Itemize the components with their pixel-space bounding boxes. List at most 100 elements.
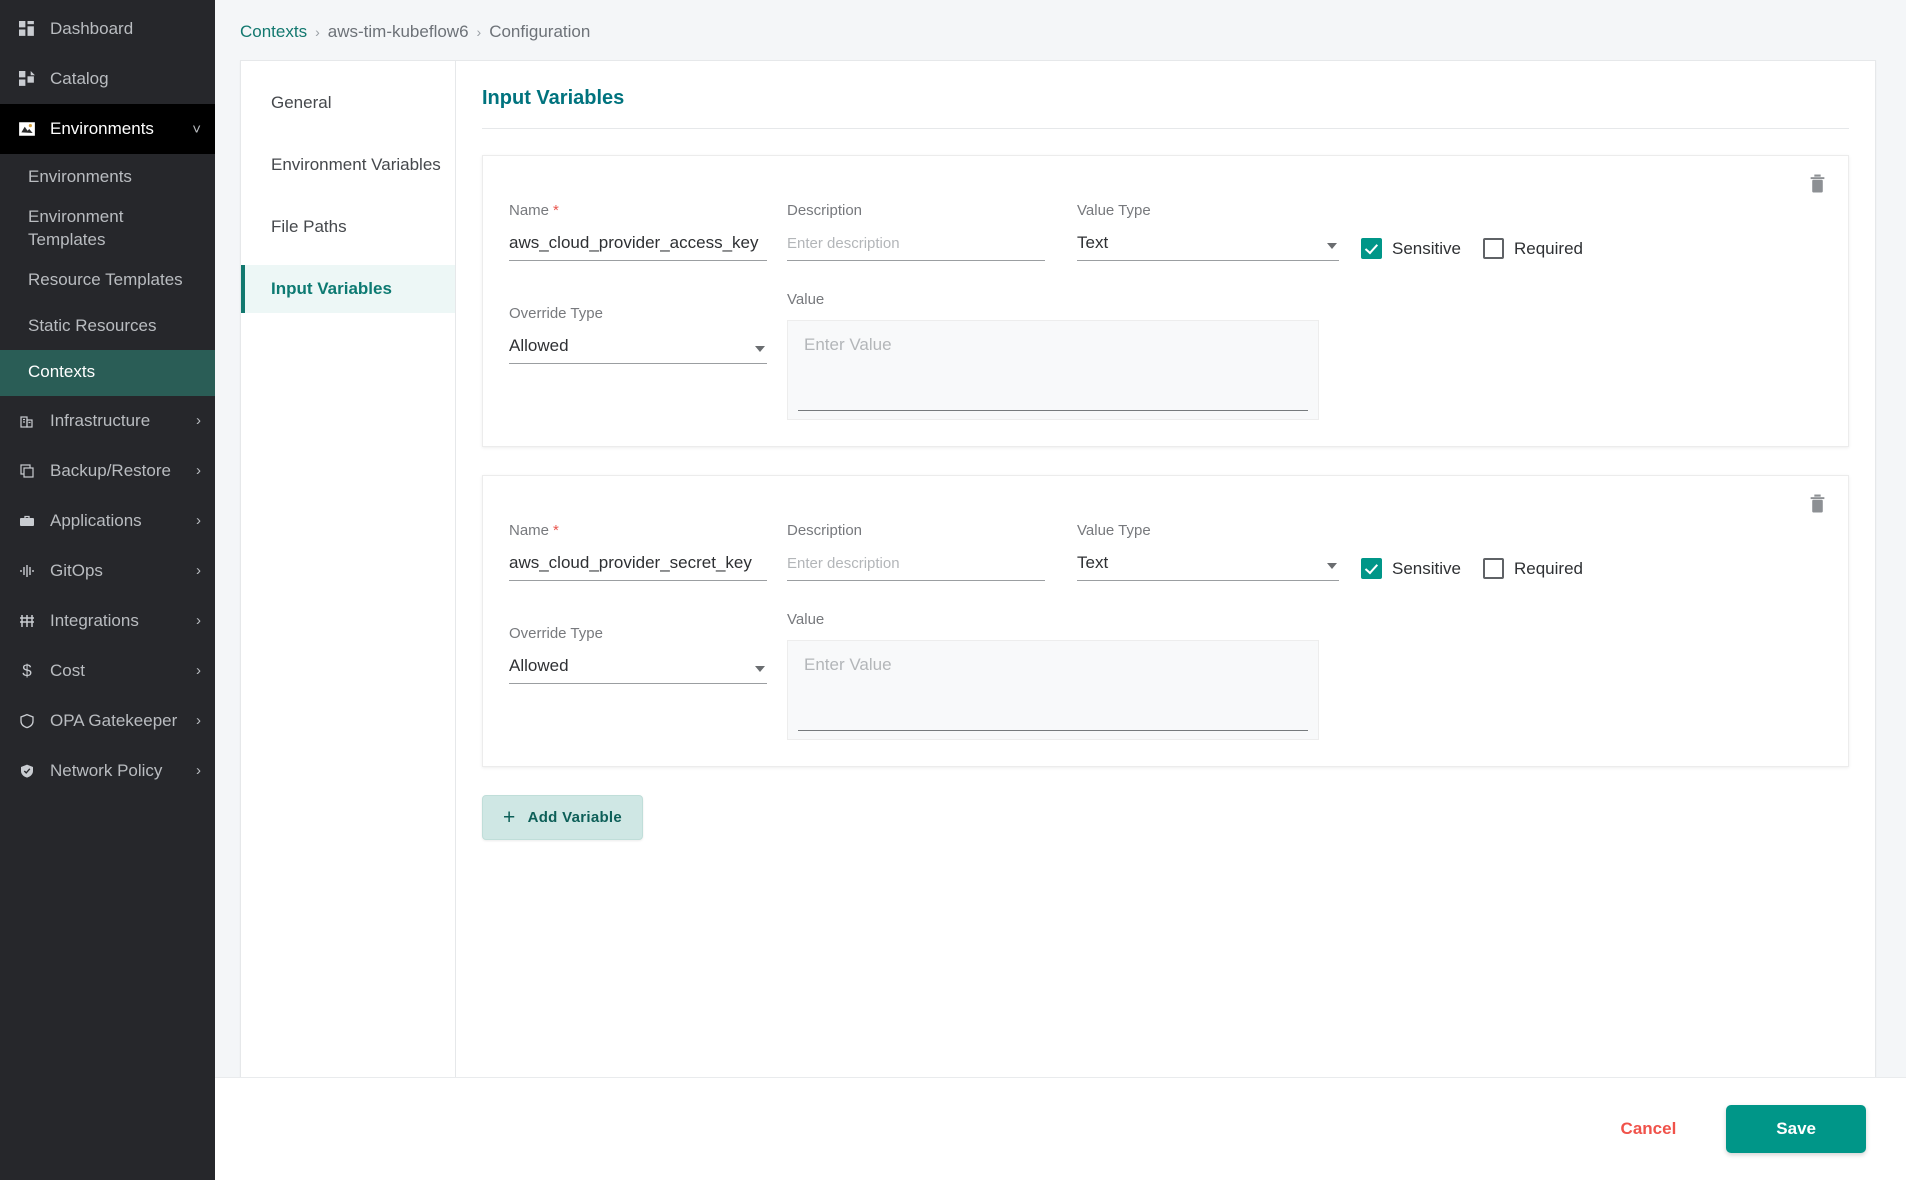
value-type-select[interactable] [1077, 551, 1339, 581]
sidebar-item-label: OPA Gatekeeper [50, 710, 178, 730]
description-label: Description [787, 202, 863, 219]
sidebar-item-catalog[interactable]: Catalog [0, 54, 215, 104]
sensitive-checkbox[interactable] [1361, 238, 1382, 259]
breadcrumb-context-name[interactable]: aws-tim-kubeflow6 [328, 22, 469, 42]
sidebar-item-cost[interactable]: $ Cost › [0, 646, 215, 696]
override-type-select[interactable] [509, 654, 767, 684]
sidebar-item-label: Catalog [50, 69, 109, 88]
briefcase-icon [14, 511, 40, 531]
shield-check-icon [14, 761, 40, 781]
chevron-right-icon: › [196, 512, 201, 530]
value-type-value[interactable] [1077, 231, 1339, 261]
sidebar-item-applications[interactable]: Applications › [0, 496, 215, 546]
required-checkbox[interactable] [1482, 558, 1504, 579]
variable-card: Name* Description Value Type [482, 155, 1849, 447]
chevron-right-icon: › [196, 412, 201, 430]
variable-row-primary: Name* Description Value Type [509, 178, 1822, 261]
sidebar-subitem-static-resources[interactable]: Static Resources [0, 304, 215, 350]
override-type-field-group: Override Type [509, 291, 767, 420]
sidebar-subitem-environments[interactable]: Environments [0, 154, 215, 200]
sidebar-item-infrastructure[interactable]: Infrastructure › [0, 396, 215, 446]
sidebar-subitem-label: Environments [28, 166, 132, 186]
page-title: Input Variables [482, 87, 625, 109]
value-textarea[interactable]: Enter Value [787, 640, 1319, 740]
description-field-group: Description [787, 522, 1045, 581]
chevron-right-icon: › [196, 662, 201, 680]
sidebar-item-label: GitOps [50, 560, 103, 580]
override-type-field-group: Override Type [509, 611, 767, 740]
breadcrumb-separator-icon: › [315, 24, 320, 40]
value-type-value[interactable] [1077, 551, 1339, 581]
sidebar-item-network-policy[interactable]: Network Policy › [0, 746, 215, 796]
variable-row-secondary: Override Type Value Enter Value [509, 261, 1822, 420]
variable-flags: Sensitive Required [1339, 558, 1597, 581]
sensitive-checkbox[interactable] [1361, 558, 1382, 579]
sidebar-item-backup-restore[interactable]: Backup/Restore › [0, 446, 215, 496]
name-input[interactable] [509, 231, 767, 261]
name-label-text: Name [509, 202, 550, 219]
configuration-panel: General Environment Variables File Paths… [240, 60, 1876, 1113]
value-field-group: Value Enter Value [787, 611, 1319, 740]
sensitive-checkbox-group[interactable]: Sensitive [1361, 558, 1461, 579]
sidebar-item-gitops[interactable]: GitOps › [0, 546, 215, 596]
main-area: Contexts › aws-tim-kubeflow6 › Configura… [215, 0, 1906, 1180]
name-input[interactable] [509, 551, 767, 581]
sidebar-item-label: Applications [50, 510, 142, 530]
app-root: Dashboard Catalog Environments ˅ Environ… [0, 0, 1906, 1180]
cancel-button[interactable]: Cancel [1603, 1109, 1695, 1149]
delete-variable-button[interactable] [1804, 490, 1830, 516]
sidebar-item-environments[interactable]: Environments ˅ [0, 104, 215, 154]
sidebar-subitem-resource-templates[interactable]: Resource Templates [0, 258, 215, 304]
value-type-field-group: Value Type [1077, 522, 1339, 581]
override-type-value[interactable] [509, 654, 767, 684]
plus-icon: + [503, 806, 516, 829]
tab-label: Input Variables [271, 279, 392, 298]
sidebar-item-label: Integrations [50, 610, 139, 630]
sensitive-checkbox-group[interactable]: Sensitive [1361, 238, 1461, 259]
value-type-field-group: Value Type [1077, 202, 1339, 261]
description-input[interactable] [787, 231, 1045, 261]
sidebar-item-opa-gatekeeper[interactable]: OPA Gatekeeper › [0, 696, 215, 746]
description-field-group: Description [787, 202, 1045, 261]
required-checkbox-group[interactable]: Required [1482, 238, 1583, 259]
name-label: Name * [509, 202, 767, 219]
tab-file-paths[interactable]: File Paths [241, 203, 455, 251]
name-field-group: Name * [509, 202, 767, 261]
delete-variable-button[interactable] [1804, 170, 1830, 196]
value-type-select[interactable] [1077, 231, 1339, 261]
add-variable-button[interactable]: + Add Variable [482, 795, 644, 840]
settings-tab-list: General Environment Variables File Paths… [241, 61, 456, 1112]
sidebar-item-label: Environments [50, 119, 154, 138]
variable-row-secondary: Override Type Value Enter Value [509, 581, 1822, 740]
sidebar-item-dashboard[interactable]: Dashboard [0, 4, 215, 54]
trash-icon [1810, 174, 1824, 192]
input-variables-content: Input Variables Name * aws_cloud_provide… [456, 61, 1875, 1112]
description-input[interactable] [787, 551, 1045, 581]
value-textarea[interactable]: Enter Value [787, 320, 1319, 420]
shield-icon [14, 711, 40, 731]
required-checkbox[interactable] [1482, 238, 1504, 259]
description-label: Description [787, 522, 863, 539]
sidebar: Dashboard Catalog Environments ˅ Environ… [0, 0, 215, 1180]
breadcrumb-current: Configuration [489, 22, 591, 41]
override-type-select[interactable] [509, 334, 767, 364]
tab-environment-variables[interactable]: Environment Variables [241, 141, 455, 189]
tab-input-variables[interactable]: Input Variables [241, 265, 455, 313]
environments-icon [14, 119, 40, 139]
chevron-right-icon: › [196, 462, 201, 480]
override-type-label: Override Type [509, 625, 603, 642]
override-type-value[interactable] [509, 334, 767, 364]
breadcrumb: Contexts › aws-tim-kubeflow6 › Configura… [215, 0, 1906, 60]
name-field-group: Name * [509, 522, 767, 581]
save-button[interactable]: Save [1726, 1105, 1866, 1153]
tab-general[interactable]: General [241, 79, 455, 127]
sidebar-item-label: Infrastructure [50, 410, 151, 430]
required-checkbox-group[interactable]: Required [1482, 558, 1583, 579]
sidebar-subitem-contexts[interactable]: Contexts [0, 349, 215, 396]
sidebar-subitem-environment-templates[interactable]: Environment Templates [0, 200, 215, 258]
action-bar: Cancel Save [215, 1077, 1906, 1180]
sidebar-item-integrations[interactable]: Integrations › [0, 596, 215, 646]
add-variable-label: Add Variable [527, 809, 623, 826]
breadcrumb-contexts-link[interactable]: Contexts [240, 22, 307, 42]
sidebar-subitem-label: Static Resources [28, 316, 157, 336]
